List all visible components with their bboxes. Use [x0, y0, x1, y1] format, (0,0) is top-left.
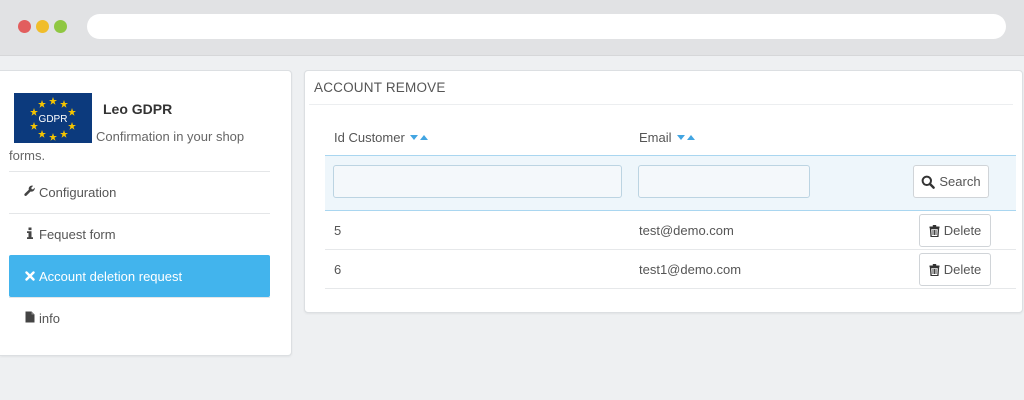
search-button-label: Search: [939, 174, 981, 189]
divider: [309, 104, 1013, 105]
email-filter-input[interactable]: [638, 165, 810, 198]
sidebar-item-request-form[interactable]: Fequest form: [9, 213, 270, 255]
email-cell: test@demo.com: [639, 223, 734, 238]
module-description: Confirmation in your shop forms.: [9, 129, 245, 163]
column-header-id-customer: Id Customer: [334, 130, 428, 145]
sort-asc-icon[interactable]: [419, 135, 428, 140]
id-customer-cell: 6: [334, 262, 342, 277]
table-row: 6 test1@demo.com Delete: [325, 250, 1016, 289]
account-remove-panel: ACCOUNT REMOVE Id Customer Email Search …: [304, 70, 1023, 313]
window-maximize-button[interactable]: [54, 20, 67, 33]
column-header-email: Email: [639, 130, 695, 145]
table-row: 5 test@demo.com Delete: [325, 211, 1016, 250]
module-sidebar: GDPR Leo GDPR Confirmation in your shop …: [0, 70, 292, 356]
sort-desc-icon[interactable]: [409, 135, 418, 140]
column-header-label: Email: [639, 130, 672, 145]
file-icon: [24, 311, 36, 326]
window-minimize-button[interactable]: [36, 20, 49, 33]
email-cell: test1@demo.com: [639, 262, 742, 277]
sort-asc-icon[interactable]: [686, 135, 695, 140]
module-name: Leo GDPR: [103, 101, 173, 117]
trash-icon: [929, 224, 940, 237]
delete-button[interactable]: Delete: [919, 253, 991, 286]
logo-text: GDPR: [39, 114, 68, 125]
search-button[interactable]: Search: [913, 165, 989, 198]
delete-button[interactable]: Delete: [919, 214, 991, 247]
sidebar-menu: Configuration Fequest form Account delet…: [9, 171, 270, 339]
sort-desc-icon[interactable]: [676, 135, 685, 140]
id-customer-filter-input[interactable]: [333, 165, 622, 198]
sidebar-item-info[interactable]: info: [9, 297, 270, 339]
info-icon: [24, 227, 36, 242]
id-customer-cell: 5: [334, 223, 342, 238]
browser-chrome: [0, 0, 1024, 56]
window-close-button[interactable]: [18, 20, 31, 33]
column-header-label: Id Customer: [334, 130, 405, 145]
search-icon: [921, 175, 936, 189]
sidebar-item-label: Account deletion request: [39, 269, 183, 284]
filter-row: Search: [325, 155, 1016, 211]
delete-button-label: Delete: [943, 262, 982, 277]
delete-button-label: Delete: [943, 223, 982, 238]
sidebar-item-label: Fequest form: [39, 227, 116, 242]
close-icon: [24, 270, 36, 284]
sidebar-item-account-deletion-request[interactable]: Account deletion request: [9, 255, 270, 297]
sidebar-item-label: info: [39, 311, 60, 326]
sort-controls: [676, 135, 695, 140]
sort-controls: [409, 135, 428, 140]
panel-title: ACCOUNT REMOVE: [314, 80, 446, 95]
wrench-icon: [24, 185, 36, 200]
address-bar[interactable]: [87, 14, 1006, 39]
sidebar-item-configuration[interactable]: Configuration: [9, 171, 270, 213]
sidebar-item-label: Configuration: [39, 185, 117, 200]
trash-icon: [929, 263, 940, 276]
